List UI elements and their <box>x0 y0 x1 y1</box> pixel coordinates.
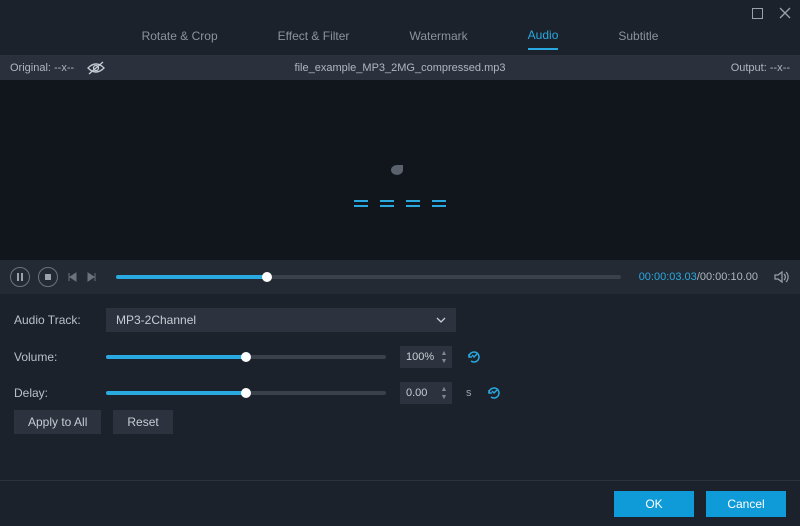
delay-value: 0.00 <box>406 387 427 399</box>
delay-up-arrow[interactable]: ▲ <box>438 386 450 393</box>
audio-track-label: Audio Track: <box>14 313 92 327</box>
audio-settings: Audio Track: MP3-2Channel Volume: 100% ▲… <box>0 294 800 408</box>
tab-watermark[interactable]: Watermark <box>409 29 467 49</box>
output-label: Output: --x-- <box>731 62 800 74</box>
eye-off-icon[interactable] <box>86 61 106 75</box>
delay-slider[interactable] <box>106 391 386 395</box>
delay-label: Delay: <box>14 386 92 400</box>
music-note-icon <box>385 138 415 180</box>
preview-area <box>0 80 800 260</box>
audio-track-select[interactable]: MP3-2Channel <box>106 308 456 332</box>
volume-slider[interactable] <box>106 355 386 359</box>
titlebar <box>0 0 800 26</box>
time-display: 00:00:03.03/00:00:10.00 <box>639 271 758 283</box>
seek-slider[interactable] <box>116 275 621 279</box>
close-icon[interactable] <box>778 6 792 20</box>
delay-unit: s <box>466 387 472 399</box>
chevron-down-icon <box>436 317 446 323</box>
volume-label: Volume: <box>14 350 92 364</box>
pause-button[interactable] <box>10 267 30 287</box>
volume-value: 100% <box>406 351 434 363</box>
filename-label: file_example_MP3_2MG_compressed.mp3 <box>295 62 506 74</box>
tab-effect-filter[interactable]: Effect & Filter <box>278 29 350 49</box>
stop-button[interactable] <box>38 267 58 287</box>
delay-reset-icon[interactable] <box>486 385 502 401</box>
maximize-icon[interactable] <box>750 6 764 20</box>
volume-reset-icon[interactable] <box>466 349 482 365</box>
tab-subtitle[interactable]: Subtitle <box>618 29 658 49</box>
footer: OK Cancel <box>0 480 800 526</box>
delay-spinner[interactable]: 0.00 ▲▼ <box>400 382 452 404</box>
reset-button[interactable]: Reset <box>113 410 172 434</box>
volume-up-arrow[interactable]: ▲ <box>438 350 450 357</box>
delay-down-arrow[interactable]: ▼ <box>438 394 450 401</box>
ok-button[interactable]: OK <box>614 491 694 517</box>
prev-frame-button[interactable] <box>66 271 78 283</box>
tabs: Rotate & Crop Effect & Filter Watermark … <box>0 26 800 56</box>
equalizer-icon <box>354 200 446 202</box>
current-time: 00:00:03.03 <box>639 271 697 283</box>
volume-spinner[interactable]: 100% ▲▼ <box>400 346 452 368</box>
total-time: 00:00:10.00 <box>700 271 758 283</box>
tab-rotate-crop[interactable]: Rotate & Crop <box>142 29 218 49</box>
next-frame-button[interactable] <box>86 271 98 283</box>
volume-down-arrow[interactable]: ▼ <box>438 358 450 365</box>
apply-to-all-button[interactable]: Apply to All <box>14 410 101 434</box>
transport-bar: 00:00:03.03/00:00:10.00 <box>0 260 800 294</box>
original-label: Original: --x-- <box>10 62 74 74</box>
cancel-button[interactable]: Cancel <box>706 491 786 517</box>
volume-icon[interactable] <box>774 270 790 284</box>
infobar: Original: --x-- file_example_MP3_2MG_com… <box>0 56 800 80</box>
audio-track-value: MP3-2Channel <box>116 313 196 327</box>
tab-audio[interactable]: Audio <box>528 28 559 50</box>
